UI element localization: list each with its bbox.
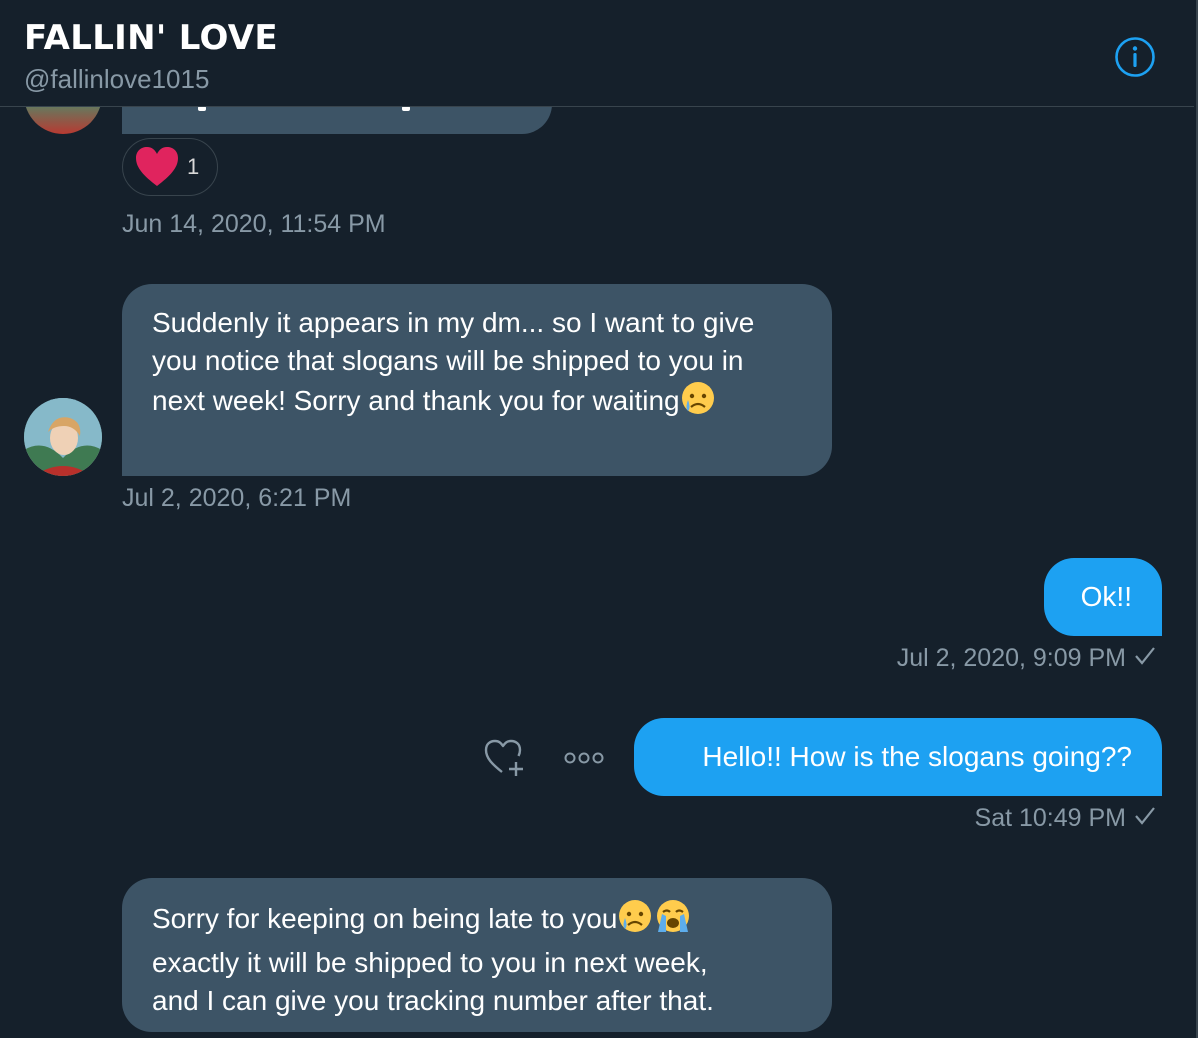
checkmark-icon xyxy=(1134,644,1156,673)
message-text: exactly it will be shipped to you in nex… xyxy=(152,947,708,978)
message-text: Suddenly it appears in my dm... so I wan… xyxy=(152,307,755,416)
message-text: Sorry for keeping on being late to you xyxy=(152,903,618,934)
conversation-header: FALLIN' LOVE @fallinlove1015 xyxy=(0,0,1194,107)
message-text: Hello!! How is the slogans going?? xyxy=(702,741,1132,772)
outgoing-message-bubble[interactable]: Hello!! How is the slogans going?? xyxy=(634,718,1162,796)
info-circle-icon[interactable] xyxy=(1114,36,1155,77)
outgoing-message-bubble[interactable]: Ok!! xyxy=(1044,558,1162,636)
message-text: Ok!! xyxy=(1080,581,1132,612)
message-timestamp-row: Sat 10:49 PM xyxy=(975,804,1156,833)
conversation-handle[interactable]: @fallinlove1015 xyxy=(24,64,209,95)
incoming-message-bubble[interactable]: Sorry for keeping on being late to you e… xyxy=(122,878,832,1032)
add-reaction-icon[interactable] xyxy=(482,736,528,780)
reaction-count: 1 xyxy=(187,154,200,179)
checkmark-icon xyxy=(1134,804,1156,833)
more-options-icon[interactable] xyxy=(562,748,606,768)
loudly-crying-face-icon xyxy=(653,898,693,944)
message-timestamp: Jul 2, 2020, 9:09 PM xyxy=(896,644,1126,672)
crying-face-icon xyxy=(680,380,716,426)
message-timestamp: Sat 10:49 PM xyxy=(974,804,1126,832)
message-timestamp: Jul 2, 2020, 6:21 PM xyxy=(122,484,352,512)
reaction-pill[interactable]: 1 xyxy=(122,138,218,196)
heart-icon xyxy=(136,147,178,186)
avatar[interactable] xyxy=(24,398,102,476)
message-timestamp: Jun 14, 2020, 11:54 PM xyxy=(122,210,386,238)
dm-conversation: 1 Jun 14, 2020, 11:54 PM Suddenly it app… xyxy=(0,0,1198,1038)
message-timestamp-row: Jul 2, 2020, 9:09 PM xyxy=(897,644,1156,673)
message-text-line: Sorry for keeping on being late to you xyxy=(152,898,802,944)
avatar-image xyxy=(24,398,102,476)
crying-face-icon xyxy=(617,898,653,944)
incoming-message-bubble[interactable]: Suddenly it appears in my dm... so I wan… xyxy=(122,284,832,476)
conversation-title[interactable]: FALLIN' LOVE xyxy=(24,18,278,58)
message-text: and I can give you tracking number after… xyxy=(152,985,714,1016)
